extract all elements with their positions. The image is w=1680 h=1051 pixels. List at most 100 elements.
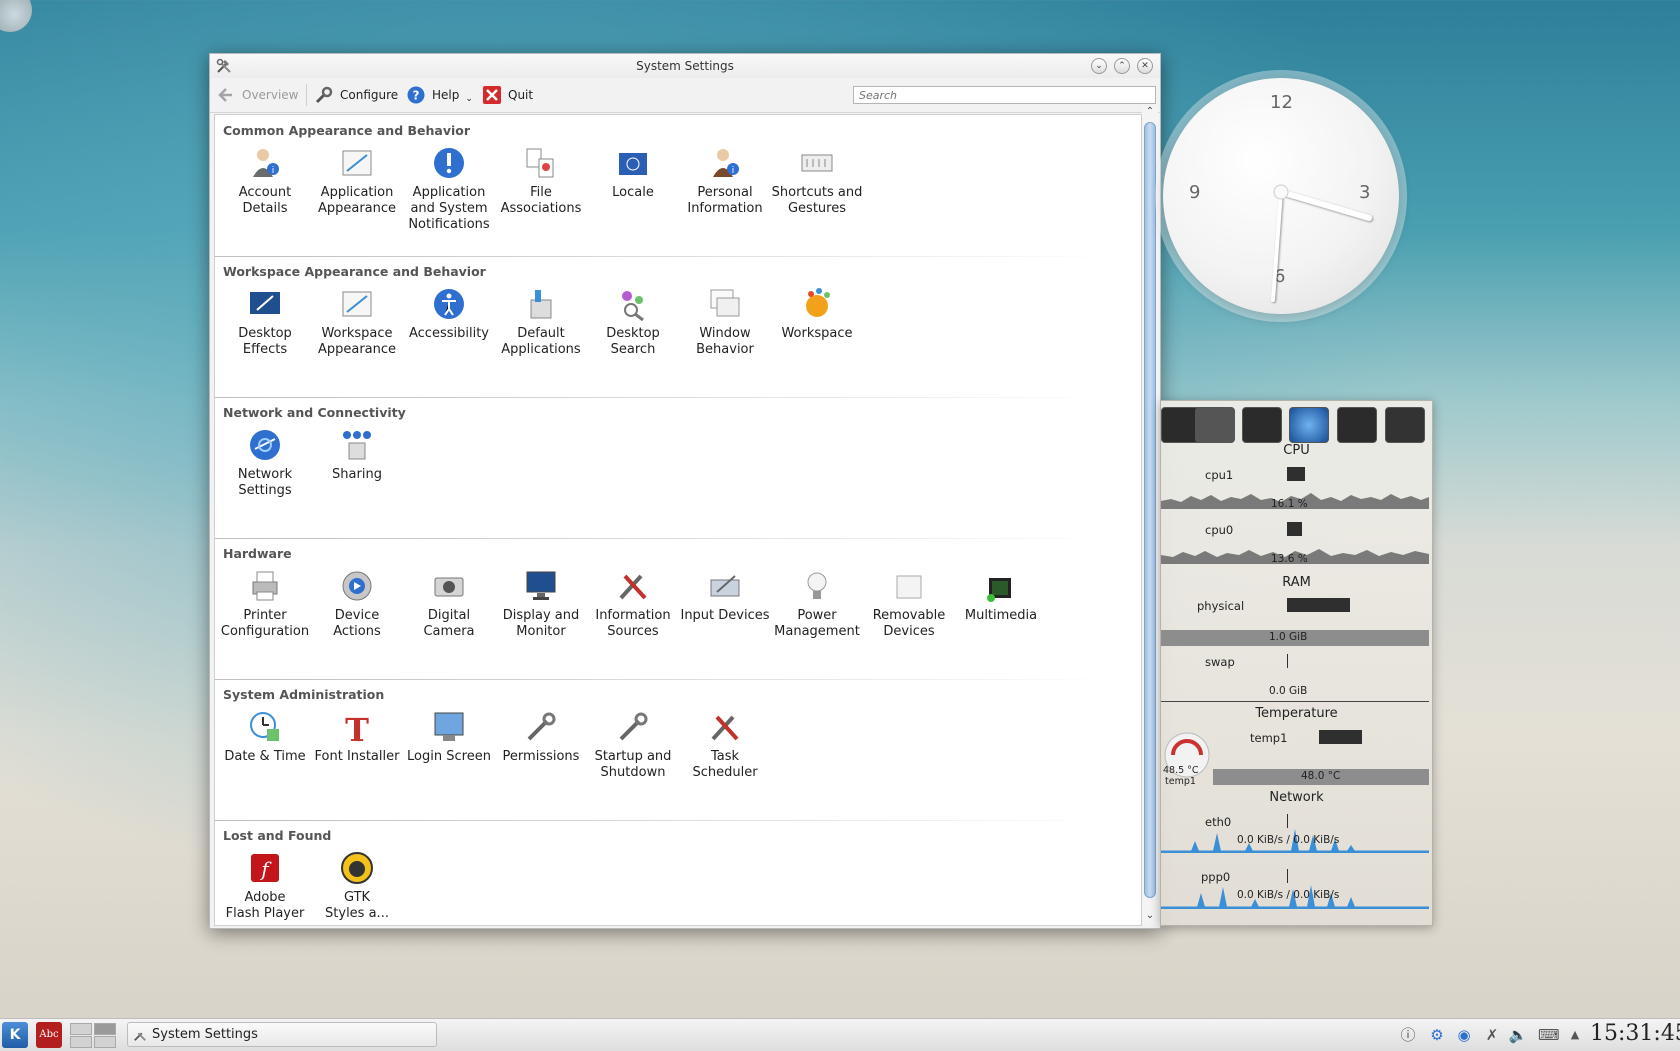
scroll-down-arrow-icon[interactable]: ⌄ — [1142, 910, 1158, 924]
settings-item-printer[interactable]: Printer Configuration — [219, 568, 311, 640]
analog-clock-widget[interactable]: 12 3 6 9 — [1163, 78, 1399, 314]
settings-item-power-management[interactable]: Power Management — [771, 568, 863, 640]
harddisk-tab-icon[interactable] — [1195, 407, 1235, 443]
settings-item-date-time[interactable]: Date & Time — [219, 709, 311, 765]
toolbar-separator — [306, 84, 307, 106]
settings-item-desktop-search[interactable]: Desktop Search — [587, 286, 679, 358]
settings-item-flash-player[interactable]: f Adobe Flash Player — [219, 850, 311, 922]
settings-item-label: Personal Information — [687, 185, 763, 216]
minimize-button[interactable]: ⌄ — [1091, 58, 1107, 74]
input-devices-icon — [710, 575, 740, 597]
search-input[interactable] — [853, 86, 1156, 104]
maximize-button[interactable]: ⌃ — [1114, 58, 1130, 74]
hardware-tab-icon[interactable] — [1242, 407, 1282, 443]
settings-item-network-settings[interactable]: Network Settings — [219, 427, 311, 499]
volume-tray-icon[interactable]: 🔈 — [1508, 1025, 1528, 1045]
task-scheduler-icon — [711, 715, 739, 741]
pager-desktop-4[interactable] — [94, 1036, 116, 1048]
settings-item-workspace[interactable]: Workspace — [771, 286, 863, 342]
updates-tray-icon[interactable]: ⚙ — [1427, 1025, 1447, 1045]
settings-item-personal-information[interactable]: i Personal Information — [679, 145, 771, 217]
settings-item-label: Login Screen — [407, 749, 491, 764]
settings-item-startup-shutdown[interactable]: Startup and Shutdown — [587, 709, 679, 781]
quit-button[interactable]: Quit — [482, 84, 533, 106]
settings-item-gtk-styles[interactable]: GTK Styles a... — [311, 850, 403, 922]
device-notifier-tray-icon[interactable]: ⌨ — [1538, 1025, 1560, 1045]
settings-item-account-details[interactable]: i Account Details — [219, 145, 311, 217]
section-3: Hardware Printer Configuration Device Acti… — [215, 538, 1141, 678]
settings-item-font-installer[interactable]: T Font Installer — [311, 709, 403, 765]
multimedia-icon — [987, 578, 1011, 602]
settings-item-label: Desktop Effects — [238, 326, 292, 357]
cpu-chip-tab-icon[interactable] — [1385, 407, 1425, 443]
settings-item-sharing[interactable]: Sharing — [311, 427, 403, 483]
section-header: Hardware — [223, 546, 292, 561]
tray-expand-arrow-icon[interactable]: ▲ — [1565, 1025, 1585, 1045]
locale-icon — [619, 153, 647, 175]
settings-item-monitor[interactable]: Display and Monitor — [495, 568, 587, 640]
settings-item-shortcuts[interactable]: Shortcuts and Gestures — [771, 145, 863, 217]
svg-text:T: T — [345, 711, 369, 745]
overview-button[interactable]: Overview — [216, 84, 299, 106]
settings-item-label: Font Installer — [314, 749, 400, 764]
settings-item-camera[interactable]: Digital Camera — [403, 568, 495, 640]
desktop-toolbox[interactable] — [0, 0, 32, 32]
svg-text:i: i — [732, 166, 735, 176]
window-titlebar[interactable]: System Settings ⌄ ⌃ ✕ — [210, 54, 1160, 78]
pager-desktop-1[interactable] — [70, 1023, 92, 1035]
gauge-value: 48.5 °C — [1163, 765, 1199, 776]
scroll-thumb[interactable] — [1144, 122, 1156, 898]
close-button[interactable]: ✕ — [1137, 58, 1153, 74]
settings-item-accessibility[interactable]: Accessibility — [403, 286, 495, 342]
settings-item-input-devices[interactable]: Input Devices — [679, 568, 771, 624]
desktop-effects-icon — [250, 292, 280, 314]
section-5: Lost and Found f Adobe Flash Player GTK Sty… — [215, 820, 1141, 925]
help-button[interactable]: ? Help ⌄ — [406, 84, 473, 106]
settings-item-login-screen[interactable]: Login Screen — [403, 709, 495, 765]
scroll-up-arrow-icon[interactable]: ⌃ — [1142, 106, 1158, 120]
settings-item-label: Accessibility — [409, 326, 489, 341]
settings-item-label: Shortcuts and Gestures — [771, 185, 863, 216]
memory-tab-icon[interactable] — [1337, 407, 1377, 443]
pager-desktop-3[interactable] — [70, 1036, 92, 1048]
pager-desktop-2[interactable] — [94, 1023, 116, 1035]
digital-clock[interactable]: 15:31:45 — [1590, 1021, 1680, 1046]
swap-value: 0.0 GiB — [1269, 685, 1308, 697]
task-system-settings[interactable]: System Settings — [127, 1022, 437, 1047]
settings-item-application-appearance[interactable]: Application Appearance — [311, 145, 403, 217]
settings-item-default-applications[interactable]: Default Applications — [495, 286, 587, 358]
kde-menu-button[interactable]: K — [2, 1022, 28, 1048]
ram-header: RAM — [1282, 575, 1311, 590]
settings-item-permissions[interactable]: Permissions — [495, 709, 587, 765]
settings-item-window-behavior[interactable]: Window Behavior — [679, 286, 771, 358]
default-applications-icon — [530, 290, 552, 319]
settings-item-workspace-appearance[interactable]: Workspace Appearance — [311, 286, 403, 358]
svg-text:?: ? — [413, 89, 420, 103]
desktop-pager[interactable] — [70, 1023, 116, 1048]
section-divider — [215, 679, 1115, 680]
dictionary-launcher[interactable]: Abc — [36, 1022, 62, 1048]
settings-item-label: Task Scheduler — [692, 749, 758, 780]
settings-item-multimedia[interactable]: Multimedia — [955, 568, 1047, 624]
klipper-tray-icon[interactable]: ✗ — [1482, 1025, 1502, 1045]
printer-icon — [252, 571, 278, 601]
settings-item-notifications[interactable]: Application and System Notifications — [403, 145, 495, 233]
settings-item-file-associations[interactable]: File Associations — [495, 145, 587, 217]
configure-button[interactable]: Configure — [314, 84, 398, 106]
device-actions-icon — [342, 571, 372, 601]
overview-label: Overview — [242, 88, 299, 102]
file-associations-icon — [526, 148, 554, 178]
info-tray-icon[interactable]: ⓘ — [1398, 1025, 1418, 1045]
settings-item-removable-devices[interactable]: Removable Devices — [863, 568, 955, 640]
network-tray-icon[interactable]: ◉ — [1454, 1025, 1474, 1045]
settings-item-desktop-effects[interactable]: Desktop Effects — [219, 286, 311, 358]
settings-item-information-sources[interactable]: Information Sources — [587, 568, 679, 640]
vertical-scrollbar[interactable]: ⌃ ⌄ — [1142, 106, 1158, 924]
settings-item-task-scheduler[interactable]: Task Scheduler — [679, 709, 771, 781]
temp1-bar — [1319, 730, 1362, 744]
application-appearance-icon — [342, 150, 372, 176]
network-globe-tab-icon[interactable] — [1289, 407, 1329, 443]
settings-item-locale[interactable]: Locale — [587, 145, 679, 201]
settings-item-device-actions[interactable]: Device Actions — [311, 568, 403, 640]
chevron-down-icon[interactable]: ⌄ — [465, 94, 473, 104]
